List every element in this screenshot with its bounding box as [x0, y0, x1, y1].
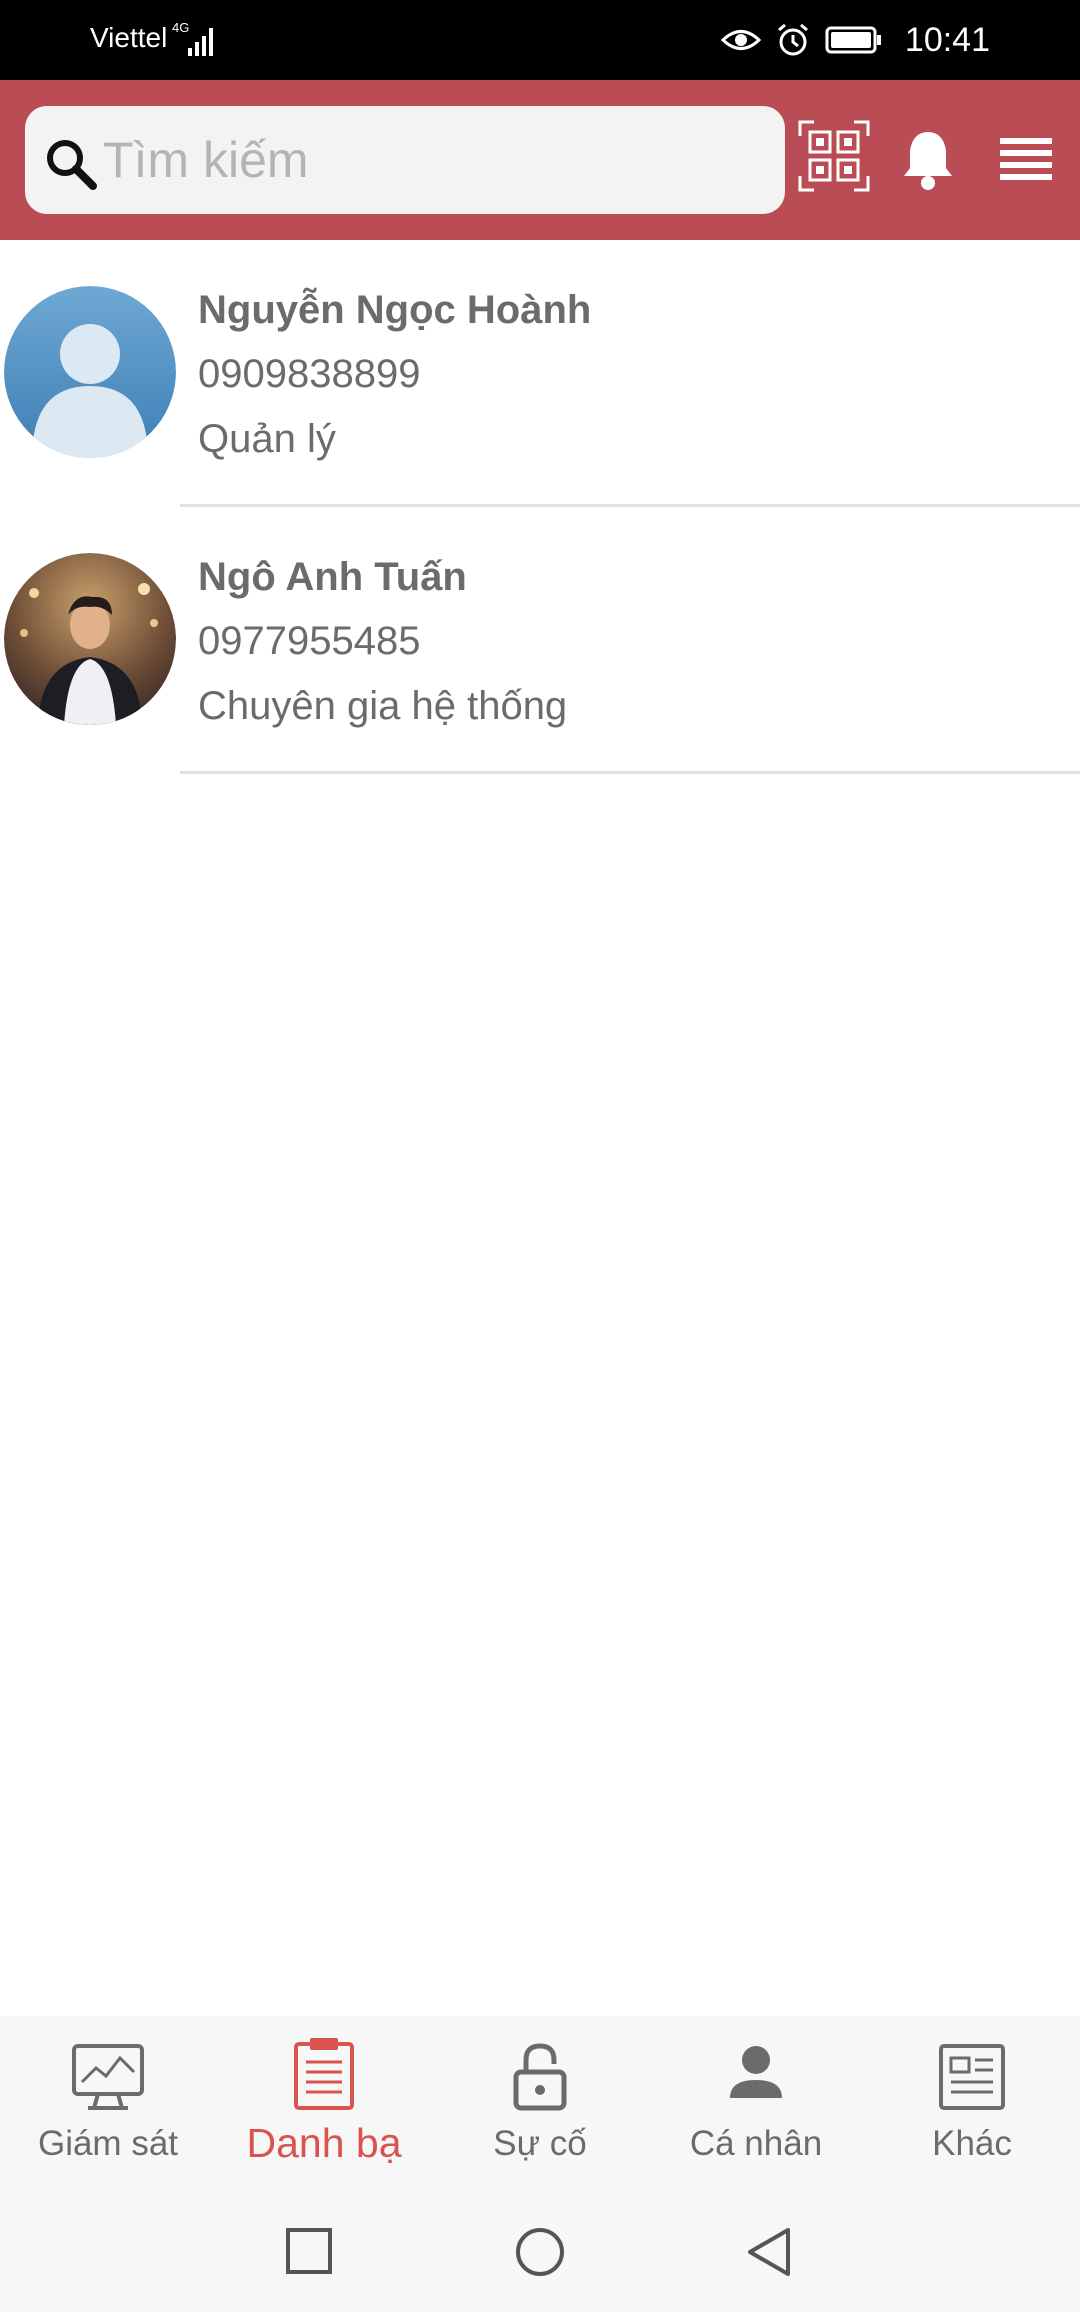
nav-label: Danh bạ — [246, 2120, 402, 2166]
menu-icon[interactable] — [1000, 136, 1054, 184]
nav-item-su-co[interactable]: Sự cố — [432, 2016, 648, 2186]
avatar — [4, 553, 176, 725]
divider — [180, 771, 1080, 774]
list-item[interactable]: Ngô Anh Tuấn 0977955485 Chuyên gia hệ th… — [0, 507, 1080, 774]
newspaper-icon — [939, 2044, 1005, 2110]
contact-phone: 0909838899 — [198, 352, 421, 396]
nav-label: Sự cố — [493, 2124, 587, 2163]
person-icon — [730, 2046, 782, 2098]
system-nav-bar — [0, 2186, 1080, 2312]
avatar — [4, 286, 176, 458]
clipboard-icon — [294, 2038, 354, 2110]
nav-label: Cá nhân — [689, 2124, 823, 2163]
search-input[interactable] — [103, 124, 763, 196]
contact-phone: 0977955485 — [198, 619, 421, 663]
monitor-chart-icon — [72, 2044, 144, 2110]
carrier-label: Viettel — [90, 22, 168, 53]
eye-icon — [720, 30, 761, 50]
nav-item-khac[interactable]: Khác — [864, 2016, 1080, 2186]
nav-item-ca-nhan[interactable]: Cá nhân — [648, 2016, 864, 2186]
battery-icon — [825, 26, 881, 54]
qr-code-icon[interactable] — [798, 120, 870, 192]
bottom-nav: Giám sát Danh bạ Sự cố Cá nhân Khác — [0, 2016, 1080, 2186]
contact-name: Nguyễn Ngọc Hoành — [198, 288, 592, 332]
bell-icon[interactable] — [900, 128, 956, 192]
lock-icon — [513, 2043, 567, 2111]
back-icon[interactable] — [744, 2226, 794, 2278]
nav-item-giam-sat[interactable]: Giám sát — [0, 2016, 216, 2186]
list-item[interactable]: Nguyễn Ngọc Hoành 0909838899 Quản lý — [0, 240, 1080, 507]
app-header — [0, 80, 1080, 240]
nav-item-danh-ba[interactable]: Danh bạ — [216, 2016, 432, 2186]
search-icon — [47, 140, 97, 190]
contact-role: Chuyên gia hệ thống — [198, 684, 568, 728]
home-icon[interactable] — [514, 2226, 566, 2278]
svg-text:4G: 4G — [172, 20, 189, 35]
search-box[interactable] — [25, 106, 785, 214]
nav-label: Khác — [932, 2124, 1012, 2163]
signal-icon: 4G — [172, 20, 213, 56]
contact-list: Nguyễn Ngọc Hoành 0909838899 Quản lý Ngô… — [0, 240, 1080, 774]
nav-label: Giám sát — [37, 2124, 179, 2163]
alarm-icon — [777, 23, 808, 56]
recent-apps-icon[interactable] — [284, 2226, 334, 2276]
status-bar: Viettel 4G 10:41 — [0, 0, 1080, 80]
contact-role: Quản lý — [198, 417, 336, 461]
contact-name: Ngô Anh Tuấn — [198, 555, 467, 599]
clock: 10:41 — [904, 20, 990, 59]
default-avatar-icon — [4, 286, 176, 458]
photo-avatar-icon — [4, 553, 176, 725]
